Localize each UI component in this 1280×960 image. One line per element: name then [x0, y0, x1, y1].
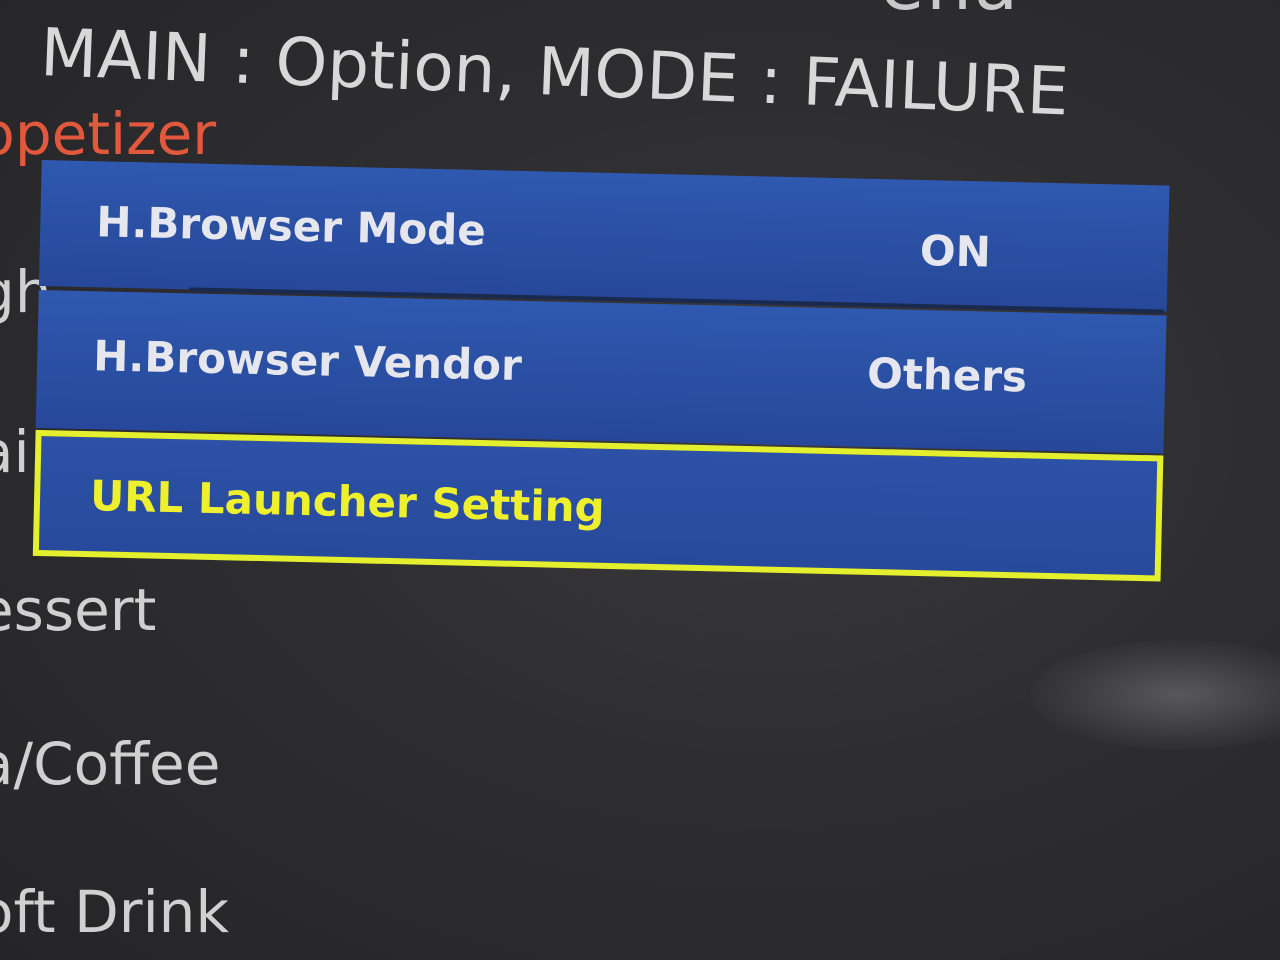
- option-label: URL Launcher Setting: [89, 471, 606, 532]
- option-value: Others: [866, 348, 1028, 402]
- menu-item-main[interactable]: ai: [0, 418, 30, 486]
- option-row-url-launcher[interactable]: URL Launcher Setting: [32, 429, 1164, 582]
- menu-item-dessert[interactable]: essert: [0, 576, 156, 644]
- top-cut-text: ena: [880, 0, 1020, 26]
- option-value: ON: [919, 225, 992, 277]
- screen-glare: [1030, 640, 1280, 750]
- options-popup: H.Browser Mode ON H.Browser Vendor Other…: [32, 150, 1171, 606]
- menu-item-soft-drink[interactable]: oft Drink: [0, 878, 229, 946]
- option-label: H.Browser Mode: [95, 197, 487, 256]
- option-label: H.Browser Vendor: [92, 331, 523, 390]
- menu-item-tea-coffee[interactable]: a/Coffee: [0, 730, 220, 798]
- tv-screen: ena MAIN : Option, MODE : FAILURE ppetiz…: [0, 0, 1280, 960]
- option-row-browser-vendor[interactable]: H.Browser Vendor Others: [35, 289, 1167, 454]
